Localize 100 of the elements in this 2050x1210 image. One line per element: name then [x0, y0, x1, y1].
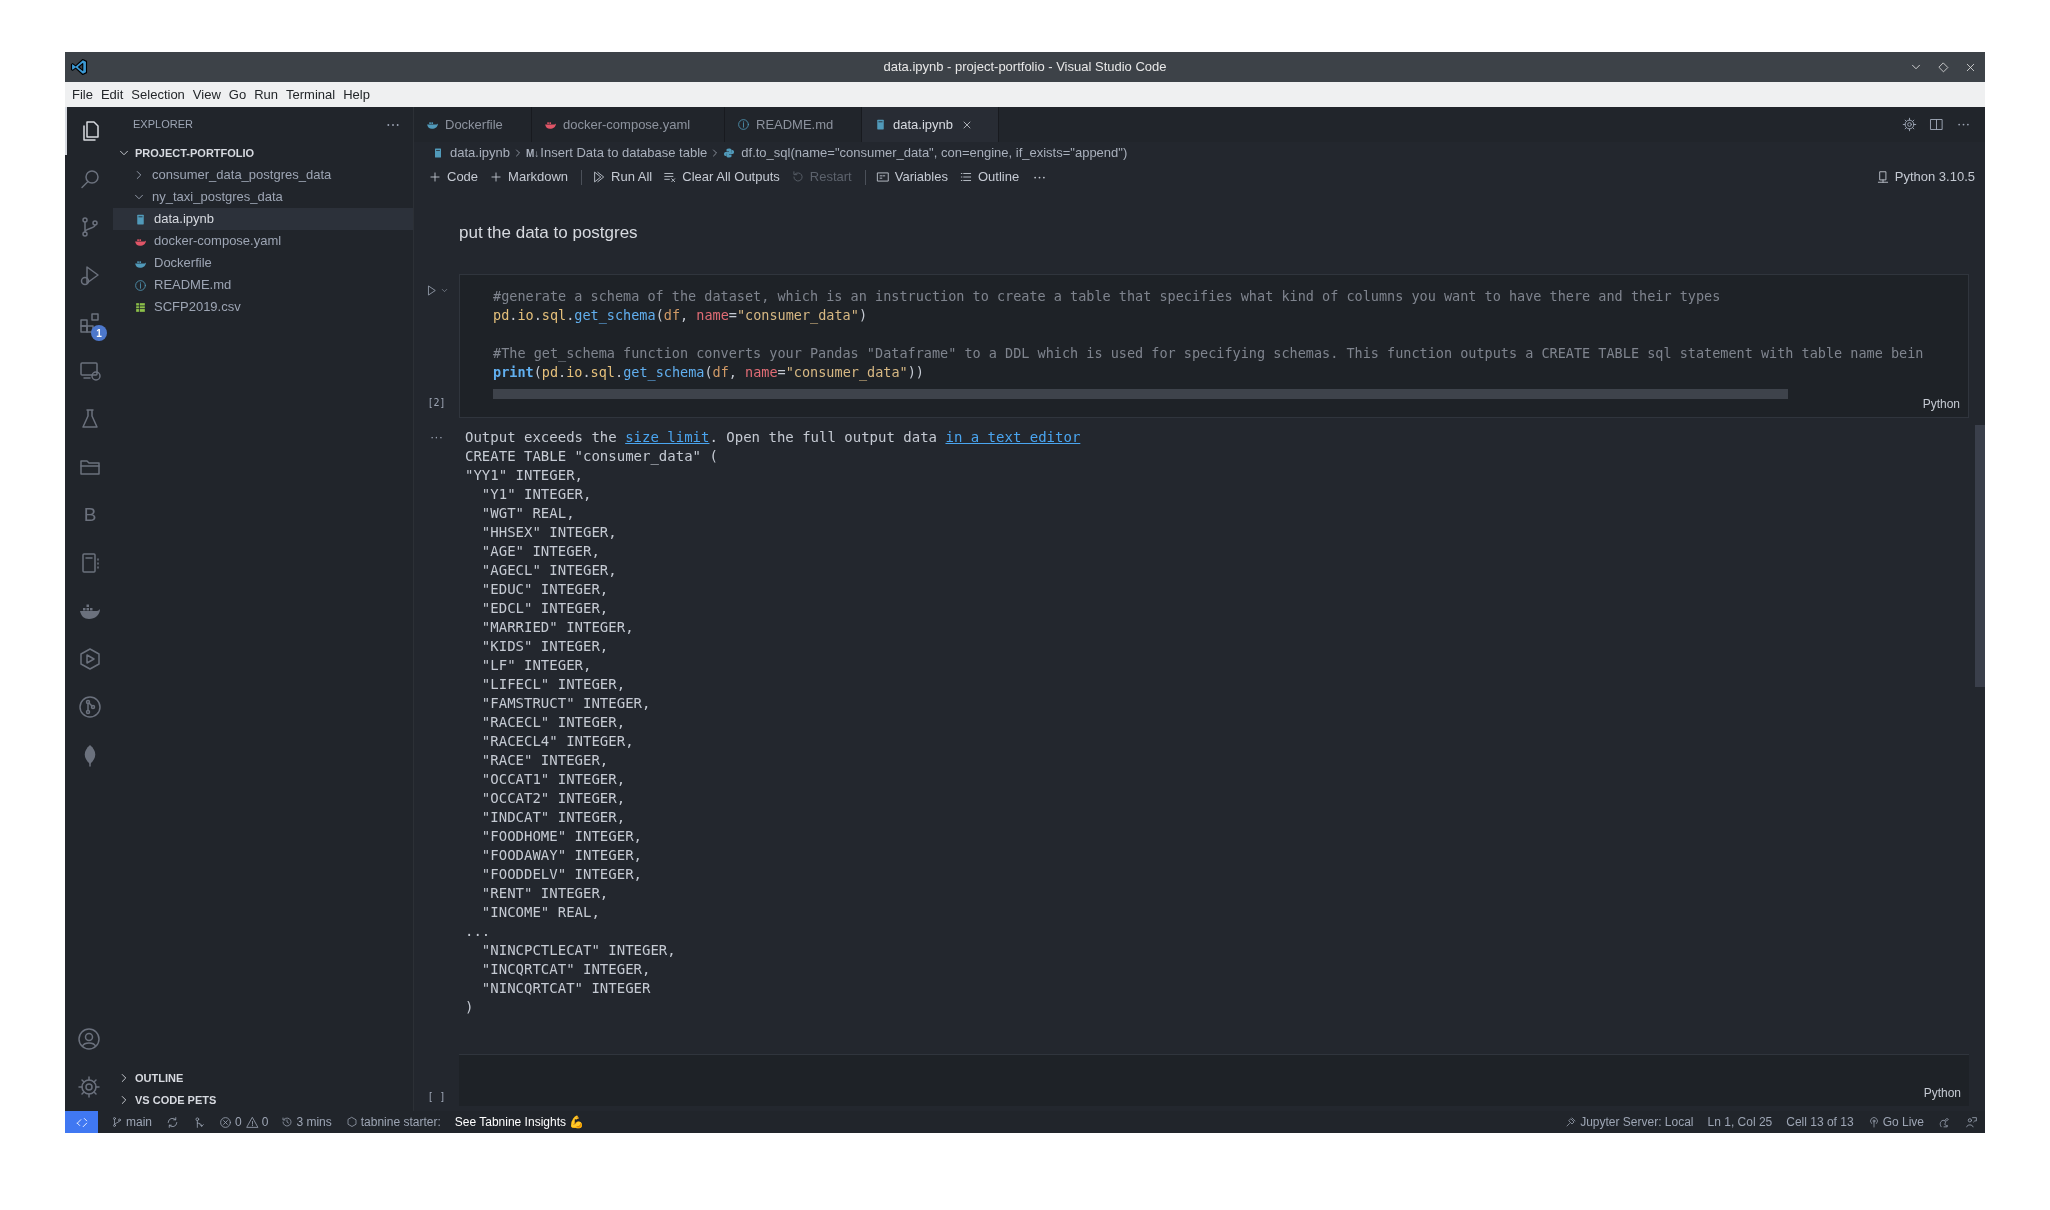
- menu-item[interactable]: File: [68, 84, 97, 105]
- output-line: "MARRIED" INTEGER,: [480, 618, 635, 637]
- tree-item[interactable]: SCFP2019.csv: [113, 296, 413, 318]
- remote-icon: [74, 1115, 89, 1129]
- menu-item[interactable]: Edit: [96, 84, 128, 105]
- menu-item[interactable]: Terminal: [282, 84, 340, 105]
- sidebar-title: EXPLORER: [133, 117, 193, 133]
- outline-icon: [958, 170, 973, 184]
- output-line: "RENT" INTEGER,: [480, 884, 610, 903]
- output-line: "WGT" REAL,: [480, 504, 576, 523]
- menu-item[interactable]: Run: [250, 84, 282, 105]
- clear-icon: [663, 170, 678, 184]
- status-item[interactable]: 3 mins: [274, 1113, 339, 1131]
- output-line: "AGE" INTEGER,: [480, 542, 601, 561]
- tree-item[interactable]: Dockerfile: [113, 252, 413, 274]
- output-line: "EDCL" INTEGER,: [480, 599, 610, 618]
- menu-item[interactable]: Go: [224, 84, 251, 105]
- window-title: data.ipynb - project-portfolio - Visual Studio Code: [883, 58, 1167, 77]
- section-header[interactable]: OUTLINE: [113, 1067, 413, 1089]
- output-line: "INCQRTCAT" INTEGER,: [480, 960, 652, 979]
- tree-item-label: README.md: [154, 276, 232, 295]
- tree-root[interactable]: PROJECT-PORTFOLIO: [113, 142, 413, 164]
- tab-label: README.md: [756, 115, 834, 134]
- spreadsheet-icon: [134, 300, 147, 314]
- menu-item[interactable]: Selection: [127, 84, 189, 105]
- tree-item-label: SCFP2019.csv: [154, 298, 241, 317]
- remote-button[interactable]: [65, 1111, 98, 1133]
- vertical-scrollbar[interactable]: [1975, 425, 1985, 687]
- account-icon[interactable]: [77, 1027, 101, 1051]
- maximize-icon[interactable]: [1937, 60, 1950, 74]
- status-item[interactable]: tabnine starter:: [338, 1113, 448, 1131]
- run-debug-icon: [78, 263, 102, 287]
- output-line: "FOODHOME" INTEGER,: [480, 827, 643, 846]
- output-line: "LIFECL" INTEGER,: [480, 675, 627, 694]
- chevron-icon[interactable]: [439, 286, 449, 295]
- section-title: VS CODE PETS: [135, 1092, 217, 1108]
- output-line: "AGECL" INTEGER,: [480, 561, 618, 580]
- output-line: "OCCAT2" INTEGER,: [480, 789, 627, 808]
- tab[interactable]: Dockerfile: [414, 107, 532, 142]
- kernel-picker[interactable]: Python 3.10.5: [1875, 167, 1975, 187]
- toolbar-button[interactable]: Outline: [954, 167, 1024, 187]
- split-editor-icon[interactable]: [1929, 117, 1944, 132]
- menu-item[interactable]: Help: [339, 84, 374, 105]
- runall-icon: [592, 170, 607, 184]
- settings-icon[interactable]: [77, 1075, 101, 1099]
- tab-label: docker-compose.yaml: [563, 115, 691, 134]
- toolbar-button[interactable]: Variables: [871, 167, 952, 187]
- badge: 1: [91, 325, 107, 341]
- extensions-icon: [78, 311, 102, 335]
- tree-item[interactable]: README.md: [113, 274, 413, 296]
- output-line: "RACE" INTEGER,: [480, 751, 610, 770]
- feedback-icon[interactable]: [1965, 1115, 1978, 1129]
- search-icon: [78, 167, 102, 191]
- activity-bar-item[interactable]: 1: [65, 299, 113, 347]
- share-icon[interactable]: [193, 1115, 206, 1129]
- tree-item[interactable]: data.ipynb: [113, 208, 413, 230]
- tab-label: Dockerfile: [445, 115, 503, 134]
- app-logo-icon: [70, 58, 88, 76]
- status-item[interactable]: Go Live: [1860, 1113, 1931, 1131]
- notebook-file-icon: [134, 212, 147, 226]
- output-line: "EDUC" INTEGER,: [480, 580, 610, 599]
- output-line: "RACECL4" INTEGER,: [480, 732, 635, 751]
- status-item[interactable]: main: [104, 1113, 159, 1131]
- breadcrumb-item[interactable]: M↓Insert Data to database table: [526, 143, 708, 163]
- sync-icon[interactable]: [166, 1115, 179, 1129]
- link[interactable]: in a text editor: [945, 429, 1081, 445]
- problems-button[interactable]: 0 0: [213, 1113, 275, 1131]
- cell-language[interactable]: Python: [1922, 395, 1960, 413]
- python-icon: [723, 147, 736, 159]
- status-item[interactable]: Jupyter Server: Local: [1558, 1113, 1701, 1131]
- tree-item[interactable]: consumer_data_postgres_data: [113, 164, 413, 186]
- status-item[interactable]: Cell 13 of 13: [1779, 1113, 1861, 1131]
- tree-item[interactable]: docker-compose.yaml: [113, 230, 413, 252]
- tab[interactable]: docker-compose.yaml: [532, 107, 725, 142]
- letter-icon: B: [83, 500, 97, 530]
- git-graph-icon: [78, 695, 102, 719]
- breadcrumb-item[interactable]: data.ipynb: [432, 143, 510, 163]
- status-item[interactable]: See Tabnine Insights 💪: [447, 1113, 592, 1131]
- toolbar-button[interactable]: Clear All Outputs: [659, 167, 784, 187]
- cell-language[interactable]: Python: [1923, 1084, 1961, 1102]
- settings-icon[interactable]: [1902, 117, 1917, 132]
- section-title: OUTLINE: [135, 1070, 184, 1086]
- output-line: "FOODAWAY" INTEGER,: [480, 846, 643, 865]
- output-more-button[interactable]: ···: [430, 430, 443, 1044]
- horizontal-scrollbar[interactable]: [493, 389, 1788, 399]
- output-line: "FAMSTRUCT" INTEGER,: [480, 694, 652, 713]
- remote-explorer-icon: [78, 359, 102, 383]
- toolbar-button[interactable]: Markdown: [485, 167, 573, 187]
- menu-item[interactable]: View: [188, 84, 225, 105]
- output-line: "RACECL" INTEGER,: [480, 713, 627, 732]
- toolbar-button[interactable]: Code: [424, 167, 483, 187]
- tree-item[interactable]: ny_taxi_postgres_data: [113, 186, 413, 208]
- plus-icon: [428, 170, 442, 184]
- toolbar-button[interactable]: Run All: [588, 167, 657, 187]
- section-header[interactable]: VS CODE PETS: [113, 1089, 413, 1111]
- output-line: "LF" INTEGER,: [480, 656, 593, 675]
- tab[interactable]: data.ipynb: [862, 107, 999, 142]
- plug-icon: [1565, 1116, 1578, 1128]
- link[interactable]: size limit: [625, 429, 710, 445]
- status-item[interactable]: Ln 1, Col 25: [1700, 1113, 1780, 1131]
